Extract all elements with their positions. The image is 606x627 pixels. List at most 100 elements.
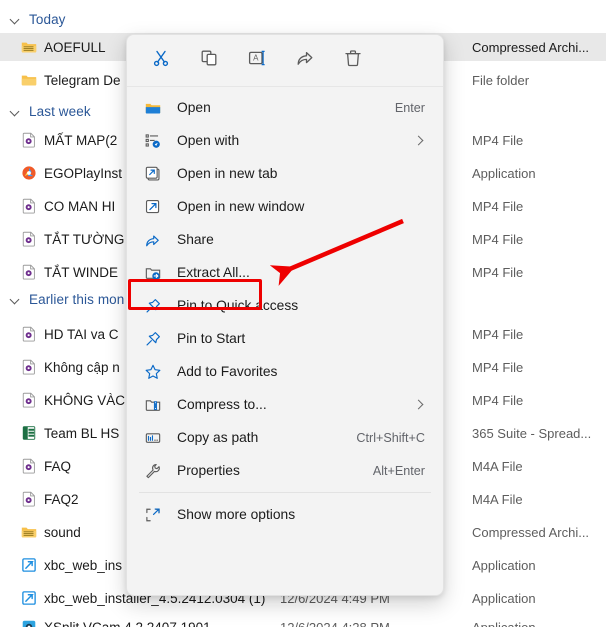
menu-item-label: Copy as path <box>177 430 259 445</box>
context-menu-items: Open Enter Open with Open in new tab Open in… <box>127 87 443 531</box>
file-type: File folder <box>472 72 530 88</box>
file-type: 365 Suite - Spread... <box>472 425 592 441</box>
svg-text:A: A <box>253 54 259 63</box>
copy-button[interactable] <box>185 42 233 80</box>
chevron-right-icon[interactable] <box>415 137 423 145</box>
pin-icon <box>143 329 163 349</box>
file-name: EGOPlayInst <box>44 165 123 181</box>
folder-icon <box>20 71 38 89</box>
chevron-right-icon[interactable] <box>415 401 423 409</box>
file-type: MP4 File <box>472 264 524 280</box>
share-icon <box>295 48 315 73</box>
menu-item-pin-to-quick-access[interactable]: Pin to Quick access <box>131 289 439 322</box>
menu-item-open-in-new-tab[interactable]: Open in new tab <box>131 157 439 190</box>
file-name: AOEFULL <box>44 39 106 55</box>
xbc-icon <box>20 589 38 607</box>
file-group-label: Last week <box>29 103 91 119</box>
zip-folder-icon <box>20 523 38 541</box>
file-name: TẮT WINDE <box>44 264 118 280</box>
menu-item-label: Properties <box>177 463 240 478</box>
file-name: KHÔNG VÀC <box>44 392 126 408</box>
file-group-header[interactable]: Last week <box>0 100 91 122</box>
menu-item-open-in-new-window[interactable]: Open in new window <box>131 190 439 223</box>
chevron-down-icon[interactable] <box>10 106 21 117</box>
video-file-icon <box>20 263 38 281</box>
menu-item-label: Pin to Start <box>177 331 246 346</box>
video-file-icon <box>20 358 38 376</box>
xsplit-icon <box>20 618 38 627</box>
copy-as-path-icon <box>143 428 163 448</box>
file-type: Compressed Archi... <box>472 39 590 55</box>
menu-item-extract-all[interactable]: Extract All... <box>131 256 439 289</box>
menu-item-properties[interactable]: Properties Alt+Enter <box>131 454 439 487</box>
rename-button[interactable]: A <box>233 42 281 80</box>
menu-item-compress-to[interactable]: Compress to... <box>131 388 439 421</box>
explorer-window: Today Last week Earlier this mon AOEFULL Com… <box>0 0 606 627</box>
menu-item-label: Add to Favorites <box>177 364 278 379</box>
share-button[interactable] <box>281 42 329 80</box>
video-file-icon <box>20 131 38 149</box>
cut-icon <box>151 48 171 73</box>
video-file-icon <box>20 197 38 215</box>
file-name: Telegram De <box>44 72 121 88</box>
file-type: MP4 File <box>472 198 524 214</box>
context-menu: A Open Enter Open with Open in new tab Open … <box>126 34 444 596</box>
egoplay-icon <box>20 164 38 182</box>
share-arrow-icon <box>143 230 163 250</box>
file-name: Không cập n <box>44 359 120 375</box>
open-folder-icon <box>143 98 163 118</box>
menu-separator <box>139 492 431 493</box>
menu-item-label: Open in new tab <box>177 166 278 181</box>
file-date-modified: 12/6/2024 4:28 PM <box>280 619 390 627</box>
file-name: TẮT TƯỜNG <box>44 231 125 247</box>
show-more-options-icon <box>143 505 163 525</box>
file-row[interactable]: XSplit VCam 4.2.2407.1901 12/6/2024 4:28 … <box>0 613 606 627</box>
video-file-icon <box>20 230 38 248</box>
video-file-icon <box>20 391 38 409</box>
file-type: MP4 File <box>472 359 524 375</box>
file-name: FAQ2 <box>44 491 79 507</box>
menu-item-label: Open in new window <box>177 199 305 214</box>
file-type: M4A File <box>472 458 523 474</box>
menu-item-add-to-favorites[interactable]: Add to Favorites <box>131 355 439 388</box>
menu-item-label: Extract All... <box>177 265 250 280</box>
file-group-header[interactable]: Earlier this mon <box>0 288 124 310</box>
file-type: MP4 File <box>472 326 524 342</box>
menu-item-label: Compress to... <box>177 397 267 412</box>
file-name: XSplit VCam 4.2.2407.1901 <box>44 619 211 627</box>
file-group-header[interactable]: Today <box>0 8 66 30</box>
pin-icon <box>143 296 163 316</box>
menu-item-pin-to-start[interactable]: Pin to Start <box>131 322 439 355</box>
file-name: xbc_web_ins <box>44 557 123 573</box>
file-type: MP4 File <box>472 392 524 408</box>
menu-item-share[interactable]: Share <box>131 223 439 256</box>
video-file-icon <box>20 457 38 475</box>
cut-button[interactable] <box>137 42 185 80</box>
file-name: sound <box>44 524 81 540</box>
menu-item-shortcut: Alt+Enter <box>372 463 425 478</box>
delete-icon <box>343 48 363 73</box>
chevron-down-icon[interactable] <box>10 14 21 25</box>
file-type: Application <box>472 590 536 606</box>
menu-item-show-more-options[interactable]: Show more options <box>131 498 439 531</box>
menu-item-open[interactable]: Open Enter <box>131 91 439 124</box>
menu-item-copy-as-path[interactable]: Copy as path Ctrl+Shift+C <box>131 421 439 454</box>
xbc-icon <box>20 556 38 574</box>
file-name: Team BL HS <box>44 425 120 441</box>
file-group-label: Today <box>29 11 66 27</box>
menu-item-open-with[interactable]: Open with <box>131 124 439 157</box>
menu-item-label: Open <box>177 100 211 115</box>
video-file-icon <box>20 490 38 508</box>
new-window-icon <box>143 197 163 217</box>
menu-item-shortcut: Enter <box>394 100 425 115</box>
delete-button[interactable] <box>329 42 377 80</box>
chevron-down-icon[interactable] <box>10 294 21 305</box>
zip-folder-icon <box>20 38 38 56</box>
open-with-icon <box>143 131 163 151</box>
file-group-label: Earlier this mon <box>29 291 125 307</box>
compress-icon <box>143 395 163 415</box>
file-type: Application <box>472 557 536 573</box>
file-type: Application <box>472 619 536 627</box>
menu-item-label: Pin to Quick access <box>177 298 299 313</box>
context-menu-toolbar: A <box>127 35 443 87</box>
